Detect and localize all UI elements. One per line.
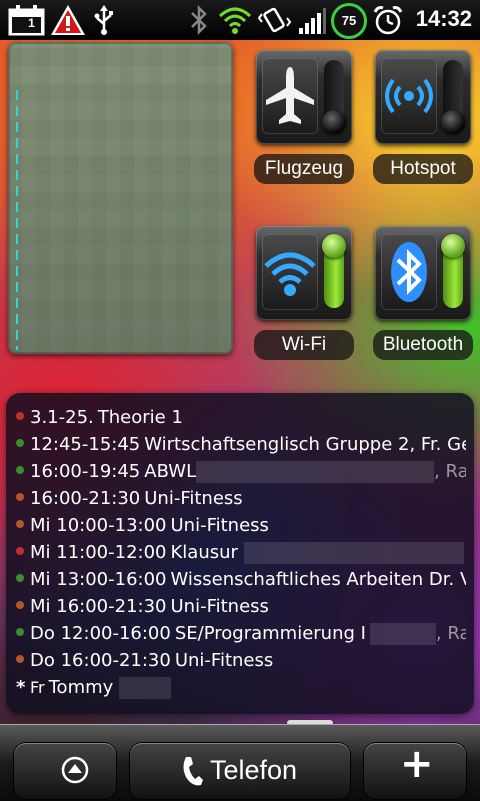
toggle-knob	[322, 234, 346, 258]
agenda-item[interactable]: Do 16:00-21:30 Uni-Fitness	[16, 647, 466, 674]
phone-icon	[183, 757, 203, 786]
wifi-icon	[218, 7, 252, 34]
agenda-item[interactable]: 16:00-21:30 Uni-Fitness	[16, 485, 466, 512]
toggle-label: Bluetooth	[373, 330, 473, 360]
blurred-widget[interactable]	[8, 42, 233, 354]
event-time: Do 16:00-21:30	[30, 650, 171, 671]
event-location: , Ra	[434, 461, 466, 482]
agenda-item[interactable]: Do 12:00-16:00 SE/Programmierung I , Ra	[16, 620, 466, 647]
event-time: Mi 13:00-16:00	[30, 569, 167, 590]
status-bar[interactable]: 1 75 14:32	[0, 0, 480, 40]
redacted-text	[369, 623, 436, 645]
event-title: Klausur	[170, 542, 238, 563]
event-location: , Ra	[435, 623, 466, 644]
add-button[interactable]: +	[364, 743, 466, 799]
redacted-text	[119, 677, 172, 699]
calendar-agenda-widget[interactable]: 3.1-25. Theorie 1 12:45-15:45 Wirtschaftse…	[6, 393, 474, 714]
hotspot-icon	[385, 78, 433, 114]
toggle-label: Flugzeug	[254, 154, 354, 184]
calendar-color-dot	[16, 520, 24, 528]
event-title: Uni-Fitness	[174, 650, 274, 671]
toggle-knob	[441, 234, 465, 258]
event-time: 3.1-25.	[30, 407, 94, 428]
event-title: Wirtschaftsenglisch Gruppe 2, Fr. Ge	[144, 434, 466, 455]
event-time: 16:00-21:30	[30, 488, 141, 509]
airplane-icon	[266, 67, 314, 124]
agenda-item[interactable]: * Fr Tommy	[16, 674, 466, 701]
agenda-item[interactable]: Mi 16:00-21:30 Uni-Fitness	[16, 593, 466, 620]
signal-icon	[299, 8, 326, 34]
calendar-color-dot	[16, 412, 24, 420]
agenda-item[interactable]: Mi 11:00-12:00 Klausur	[16, 539, 466, 566]
battery-level: 75	[341, 13, 357, 28]
agenda-item[interactable]: Mi 10:00-13:00 Uni-Fitness	[16, 512, 466, 539]
agenda-item[interactable]: Mi 13:00-16:00 Wissenschaftliches Arbeite…	[16, 566, 466, 593]
all-apps-button[interactable]	[14, 743, 116, 799]
redacted-text	[196, 461, 435, 483]
phone-button[interactable]: Telefon	[130, 743, 350, 799]
event-time: Mi 16:00-21:30	[30, 596, 167, 617]
battery-icon: 75	[331, 3, 367, 39]
event-title: Uni-Fitness	[144, 488, 243, 509]
event-title: Uni-Fitness	[170, 515, 269, 536]
toggle-wifi[interactable]: Wi-Fi	[254, 226, 354, 360]
agenda-item[interactable]: 16:00-19:45 ABWL , Ra	[16, 458, 466, 485]
calendar-color-dot	[16, 547, 24, 555]
calendar-color-dot	[16, 439, 24, 447]
toggle-knob	[441, 110, 465, 134]
toggle-bluetooth[interactable]: Bluetooth	[373, 226, 473, 360]
calendar-color-dot	[16, 466, 24, 474]
warning-icon	[51, 5, 85, 35]
widget-edge-line	[16, 90, 18, 350]
calendar-color-dot	[16, 628, 24, 636]
birthday-marker: *	[16, 677, 26, 698]
toggle-knob	[322, 110, 346, 134]
vibrate-icon	[258, 7, 292, 33]
calendar-color-dot	[16, 655, 24, 663]
redacted-text	[243, 542, 464, 564]
event-title: Theorie 1	[97, 407, 183, 428]
launcher-dock: Telefon +	[0, 724, 480, 801]
bluetooth-icon	[191, 4, 207, 36]
agenda-item[interactable]: 3.1-25. Theorie 1	[16, 404, 466, 431]
chevron-up-icon	[61, 756, 89, 784]
calendar-color-dot	[16, 574, 24, 582]
clock: 14:32	[415, 6, 472, 31]
usb-icon	[94, 5, 113, 35]
event-title: SE/Programmierung I	[174, 623, 366, 644]
toggle-hotspot[interactable]: Hotspot	[373, 50, 473, 184]
event-time: Mi 10:00-13:00	[30, 515, 167, 536]
event-title: ABWL	[144, 461, 197, 482]
event-time: Do 12:00-16:00	[30, 623, 171, 644]
alarm-icon	[373, 6, 403, 35]
event-time: 12:45-15:45	[30, 434, 141, 455]
event-title: Tommy	[48, 677, 114, 698]
phone-label: Telefon	[210, 755, 298, 785]
calendar-notification-day: 1	[28, 16, 35, 30]
calendar-color-dot	[16, 601, 24, 609]
event-time: Fr	[30, 678, 45, 697]
event-title: Uni-Fitness	[170, 596, 269, 617]
event-title: Wissenschaftliches Arbeiten Dr. V	[170, 569, 467, 590]
event-time: 16:00-19:45	[30, 461, 141, 482]
calendar-color-dot	[16, 493, 24, 501]
toggle-label: Wi-Fi	[254, 330, 354, 360]
toggle-airplane[interactable]: Flugzeug	[254, 50, 354, 184]
agenda-item[interactable]: 12:45-15:45 Wirtschaftsenglisch Gruppe 2,…	[16, 431, 466, 458]
event-time: Mi 11:00-12:00	[30, 542, 167, 563]
toggle-label: Hotspot	[373, 154, 473, 184]
wifi-icon	[264, 252, 316, 296]
bluetooth-icon	[391, 242, 427, 302]
plus-icon: +	[400, 741, 434, 787]
